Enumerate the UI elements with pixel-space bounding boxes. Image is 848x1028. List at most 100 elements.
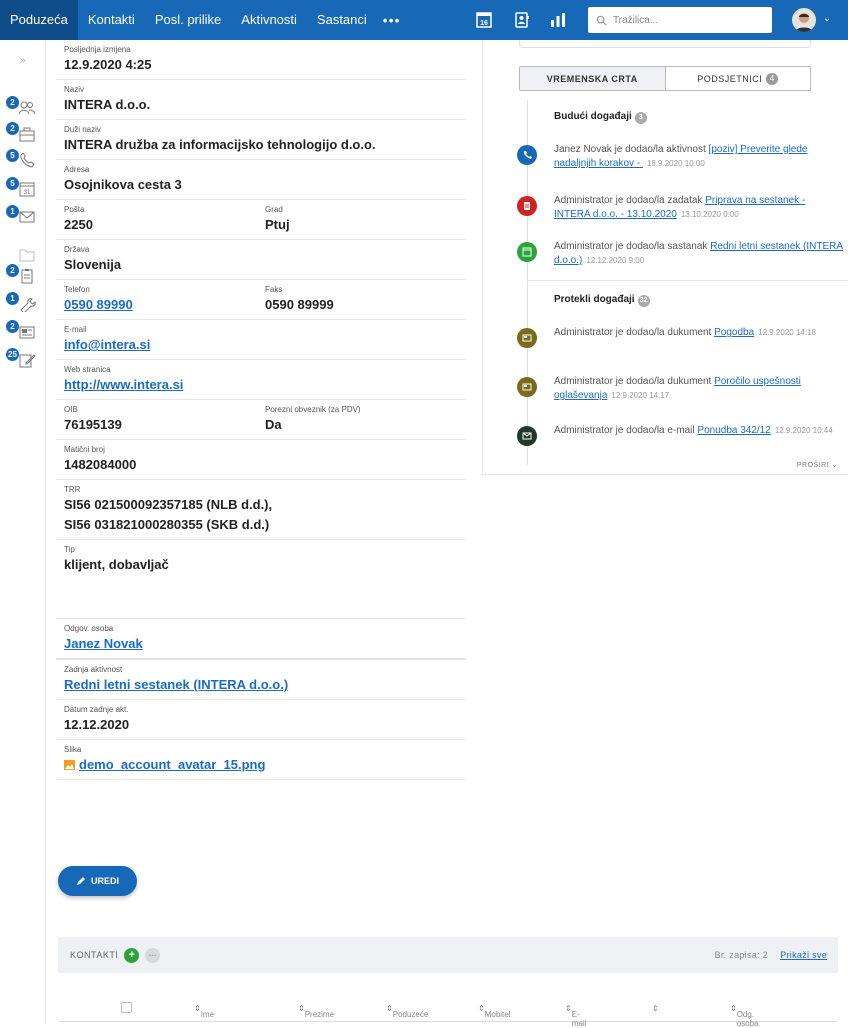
sidebar-item-emails[interactable]: 1 [4,205,40,229]
expand-sidebar-icon[interactable]: » [20,55,26,66]
field-value: INTERA d.o.o. [64,97,151,112]
event-text: Administrator je dodao/la dukument [554,327,715,338]
sidebar-item-notes[interactable]: 25 [4,348,40,372]
field-value: SI56 031821000280355 (SKB d.d.) [64,517,270,532]
last-activity-link[interactable]: Redni letni sestanek (INTERA d.o.o.) [64,677,288,692]
field-vat: Porezni obveznik (za PDV) Da [265,404,466,435]
add-contact-button[interactable]: + [124,947,140,963]
field-value: Ptuj [265,217,290,232]
field-value: INTERA družba za informacijsko tehnologi… [64,137,376,152]
field-label: Matični broj [64,445,105,454]
count-badge: 32 [637,295,650,307]
field-label: Zadnja aktivnost [64,665,123,674]
section-divider [527,280,848,281]
briefcase-icon [19,127,35,142]
field-label: Država [64,245,90,254]
column-header-owner[interactable]: ⇕ Odg. osoba [730,1004,759,1028]
tab-reminders[interactable]: PODSJETNICI 4 [666,67,811,90]
field-fax: Faks 0590 89999 [265,284,466,315]
sidebar-item-calls[interactable]: 5 [4,149,40,173]
image-file-link[interactable]: demo_account_avatar_15.png [79,755,265,775]
show-all-link[interactable]: Prikaži sve [780,950,827,960]
field-label: OIB [64,405,78,414]
sidebar-item-tools[interactable]: 1 [4,292,40,316]
section-past: Protekli događaji 32 [554,294,650,307]
column-header-email[interactable]: ⇕ E-mail [565,1004,586,1028]
field-phone: Telefon 0590 89990 [64,284,265,315]
sidebar-item-meetings[interactable]: 5 31 [4,177,40,201]
expand-label: PROŠIRI [796,462,830,469]
field-label: Porezni obveznik (za PDV) [265,405,361,414]
owner-link[interactable]: Janez Novak [64,636,143,651]
field-label: Pošta [64,205,85,214]
website-link[interactable]: http://www.intera.si [64,377,183,392]
more-options-button[interactable]: ··· [145,947,161,963]
nav-meetings[interactable]: Sastanci [307,0,377,40]
tab-label: VREMENSKA CRTA [546,73,638,84]
column-header-unnamed[interactable]: ⇕ [652,1004,659,1013]
field-label: Faks [265,285,283,294]
field-label: Adresa [64,165,90,174]
edit-button[interactable]: UREDI [58,866,137,896]
field-last-activity-date: Datum zadnje akt. 12.12.2020 [56,700,466,740]
field-value: 0590 89999 [265,297,334,312]
search-input[interactable]: Tražilica... [588,7,772,33]
nav-opportunities[interactable]: Posl. prilike [145,0,231,40]
clipboard-icon [517,196,537,216]
select-all-checkbox[interactable] [121,1002,132,1013]
event-date: 12.9.2020 14:18 [758,328,816,337]
column-header-last-name[interactable]: ⇕ Prezime [298,1004,334,1019]
field-label: Posljednja izmjena [64,45,131,54]
event-text: Administrator je dodao/la sastanak [554,241,711,252]
nav-contacts[interactable]: Kontakti [78,0,145,40]
contacts-icon [18,101,36,115]
nav-activities[interactable]: Aktivnosti [231,0,307,40]
sidebar-item-opportunities[interactable]: 2 [4,122,40,146]
field-label: Tip [64,545,75,554]
column-header-company[interactable]: ⇕ Poduzeće [386,1004,428,1019]
calendar-icon[interactable]: 16 [474,10,494,30]
edit-button-label: UREDI [90,876,119,886]
nav-companies[interactable]: Poduzeća [0,0,78,40]
field-value: Slovenija [64,257,122,272]
field-owner: Odgov. osoba Janez Novak [56,619,466,660]
column-header-first-name[interactable]: ⇕ Ime [194,1004,214,1019]
field-country: Država Slovenija [56,240,466,280]
section-title: Budući događaji [554,111,632,122]
phone-icon [517,145,537,165]
event-date: 12.9.2020 14:17 [611,391,670,400]
field-trr: TRR SI56 021500092357185 (NLB d.d.), SI5… [56,480,466,540]
event-text: Administrator je dodao/la dukument [554,376,715,387]
event-link[interactable]: Pogodba [714,327,754,338]
sidebar-item-contacts[interactable]: 2 [4,96,40,120]
field-value: 76195139 [64,417,122,432]
column-label: Odg. osoba [736,1010,759,1028]
field-value: 1482084000 [64,457,137,472]
timeline-panel: VREMENSKA CRTA PODSJETNICI 4 Budući događ… [482,40,848,475]
email-link[interactable]: info@intera.si [64,337,150,352]
event-link[interactable]: Ponudba 342/12 [697,425,770,436]
mail-icon [517,426,537,446]
field-row-post-city: Pošta 2250 Grad Ptuj [56,200,466,240]
contacts-card-icon[interactable] [512,10,532,30]
sidebar-item-news[interactable]: 2 [4,320,40,344]
tab-label: PODSJETNICI [697,73,763,84]
user-avatar[interactable] [792,8,816,32]
field-value: 12.12.2020 [64,717,130,732]
tab-timeline[interactable]: VREMENSKA CRTA [520,67,666,90]
field-value: Osojnikova cesta 3 [64,177,182,192]
sidebar-item-tasks[interactable]: 2 [4,264,40,288]
chevron-down-icon[interactable]: ⌄ [823,13,831,24]
event-text: Janez Novak je dodao/la aktivnost [554,144,709,155]
event-text: Administrator je dodao/la e-mail [554,425,698,436]
nav-more-button[interactable]: ••• [377,0,407,40]
column-header-mobile[interactable]: ⇕ Mobitel [478,1004,511,1019]
field-label: Odgov. osoba [64,624,114,633]
field-row-oib-vat: OIB 76195139 Porezni obveznik (za PDV) D… [56,400,466,440]
expand-button[interactable]: PROŠIRI ⌄ [797,461,838,469]
reports-icon[interactable] [548,10,568,30]
phone-link[interactable]: 0590 89990 [64,297,133,312]
field-label: Grad [265,205,283,214]
field-label: E-mail [64,325,87,334]
count-badge: 3 [634,112,647,124]
